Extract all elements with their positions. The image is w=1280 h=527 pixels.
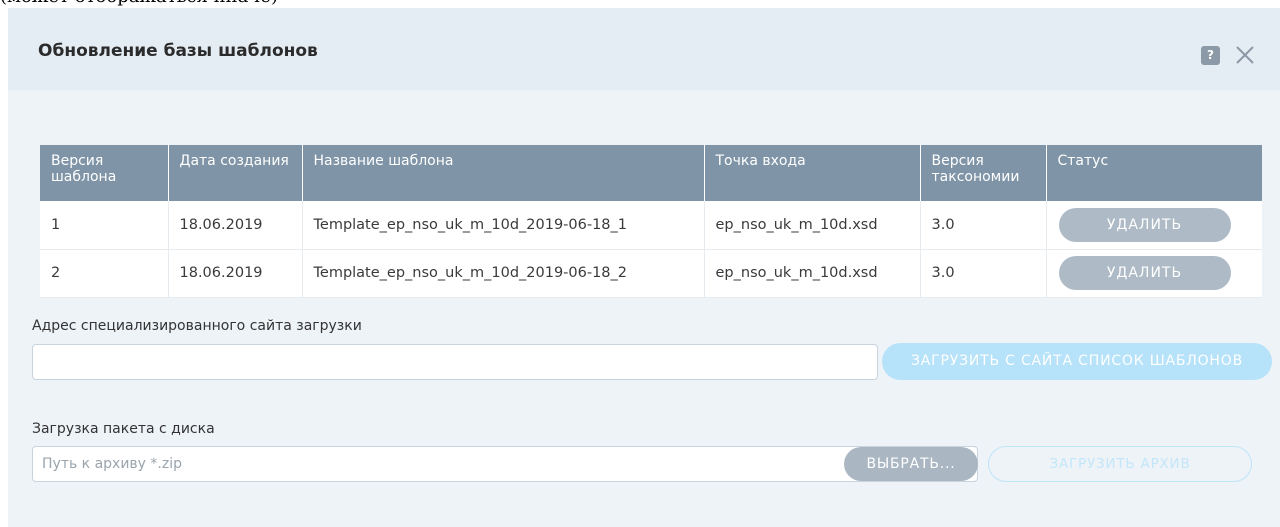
header-taxonomy-version: Версия таксономии xyxy=(920,145,1047,201)
header-template-version: Версия шаблона xyxy=(40,145,169,201)
site-address-label: Адрес специализированного сайта загрузки xyxy=(32,318,362,334)
dialog-header: Обновление базы шаблонов ? xyxy=(8,8,1280,90)
header-template-name: Название шаблона xyxy=(302,145,705,201)
archive-path-input[interactable]: Путь к архиву *.zip xyxy=(32,446,978,482)
cell-entry: ep_nso_uk_m_10d.xsd xyxy=(704,201,921,250)
cell-status: УДАЛИТЬ xyxy=(1046,249,1262,298)
site-address-input[interactable] xyxy=(32,344,878,380)
cell-taxonomy: 3.0 xyxy=(920,249,1047,298)
cell-status: УДАЛИТЬ xyxy=(1046,201,1262,250)
header-creation-date: Дата создания xyxy=(168,145,303,201)
cell-name: Template_ep_nso_uk_m_10d_2019-06-18_1 xyxy=(302,201,705,250)
load-from-site-button[interactable]: ЗАГРУЗИТЬ С САЙТА СПИСОК ШАБЛОНОВ xyxy=(882,343,1272,380)
cell-entry: ep_nso_uk_m_10d.xsd xyxy=(704,249,921,298)
cell-name: Template_ep_nso_uk_m_10d_2019-06-18_2 xyxy=(302,249,705,298)
table-row: 1 18.06.2019 Template_ep_nso_uk_m_10d_20… xyxy=(40,201,1262,250)
cell-version: 1 xyxy=(40,201,169,250)
choose-file-button[interactable]: ВЫБРАТЬ... xyxy=(844,447,978,481)
cell-created: 18.06.2019 xyxy=(168,249,303,298)
cell-version: 2 xyxy=(40,249,169,298)
close-icon[interactable] xyxy=(1232,42,1258,68)
clipped-caption-text: (может отображаться иначе) xyxy=(0,0,340,8)
cell-created: 18.06.2019 xyxy=(168,201,303,250)
delete-button[interactable]: УДАЛИТЬ xyxy=(1058,207,1231,242)
help-icon[interactable]: ? xyxy=(1201,46,1220,65)
templates-table: Версия шаблона Дата создания Название ша… xyxy=(40,145,1262,298)
disk-upload-label: Загрузка пакета с диска xyxy=(32,421,215,437)
table-row: 2 18.06.2019 Template_ep_nso_uk_m_10d_20… xyxy=(40,249,1262,298)
delete-button[interactable]: УДАЛИТЬ xyxy=(1058,256,1231,290)
cell-taxonomy: 3.0 xyxy=(920,201,1047,250)
dialog-title: Обновление базы шаблонов xyxy=(38,41,318,61)
header-status: Статус xyxy=(1046,145,1262,201)
header-entry-point: Точка входа xyxy=(704,145,921,201)
upload-archive-button[interactable]: ЗАГРУЗИТЬ АРХИВ xyxy=(988,446,1252,482)
table-header-row: Версия шаблона Дата создания Название ша… xyxy=(40,145,1262,201)
